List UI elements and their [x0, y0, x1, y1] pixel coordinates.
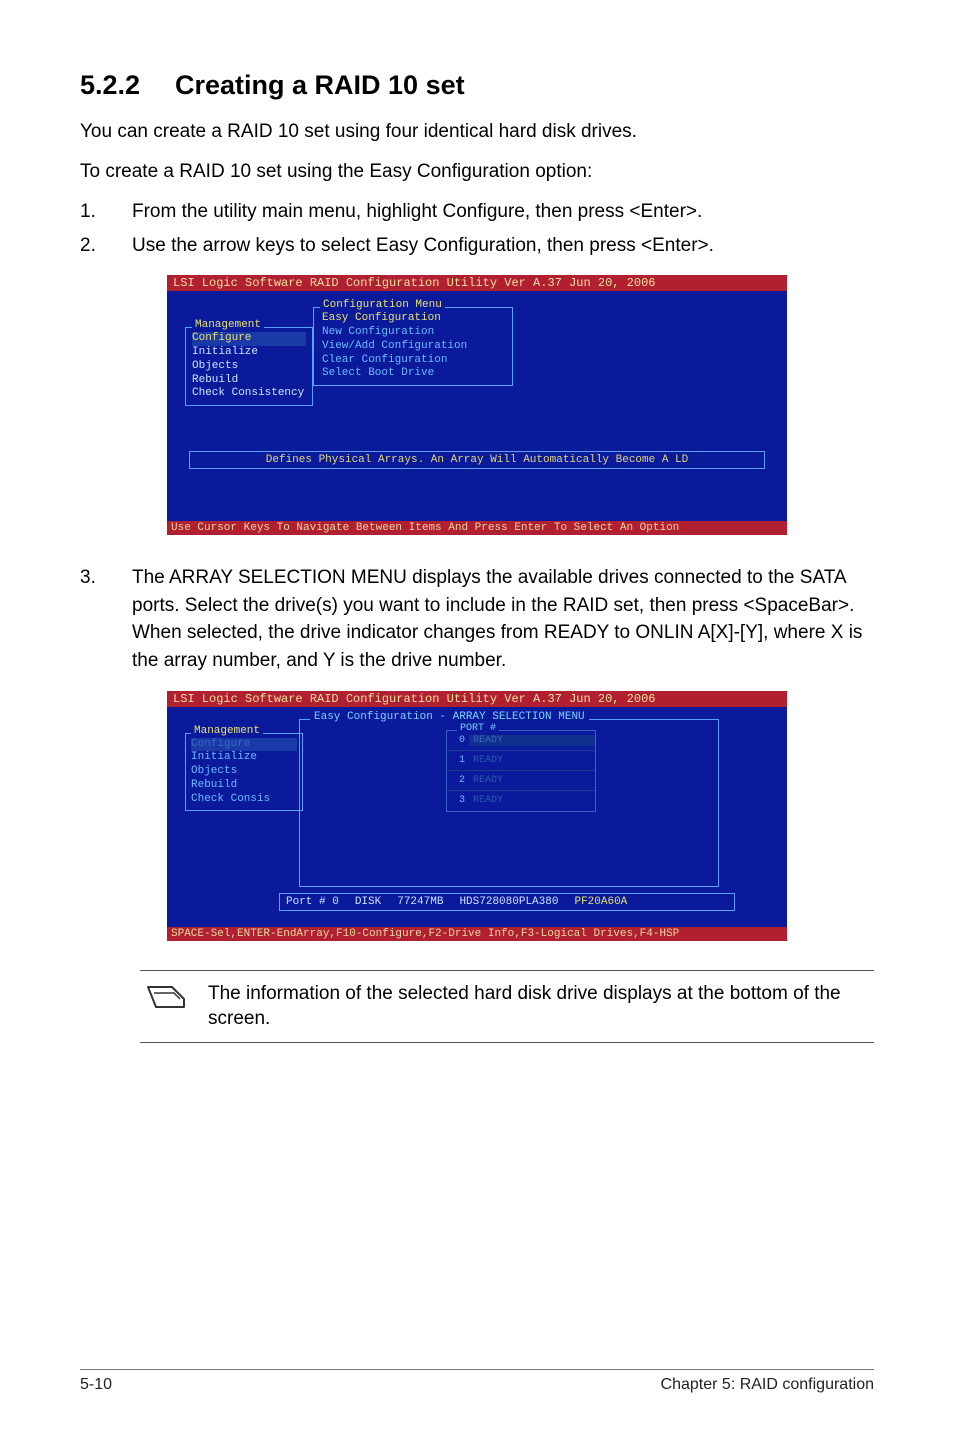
mgmt-item-initialize: Initialize: [192, 346, 306, 360]
step-number: 1.: [80, 198, 132, 226]
mgmt-item-configure: Configure: [191, 738, 297, 752]
configuration-menu-label: Configuration Menu: [320, 299, 445, 311]
management-menu: Management Configure Initialize Objects …: [185, 327, 313, 406]
step-1: 1. From the utility main menu, highlight…: [80, 198, 874, 226]
note-text: The information of the selected hard dis…: [208, 981, 870, 1032]
port-number: 0: [447, 735, 469, 746]
mgmt-item-rebuild: Rebuild: [192, 374, 306, 388]
port-number: 1: [447, 755, 469, 766]
step-3: 3. The ARRAY SELECTION MENU displays the…: [80, 564, 874, 674]
drive-info-bar: Port # 0 DISK 77247MB HDS728080PLA380 PF…: [279, 893, 735, 911]
intro-paragraph-1: You can create a RAID 10 set using four …: [80, 119, 874, 145]
array-selection-menu: Easy Configuration - ARRAY SELECTION MEN…: [299, 719, 719, 887]
mgmt-item-rebuild: Rebuild: [191, 779, 297, 793]
conf-item-easy: Easy Configuration: [322, 312, 504, 326]
step-number: 2.: [80, 232, 132, 260]
management-menu-label: Management: [192, 319, 264, 331]
intro-paragraph-2: To create a RAID 10 set using the Easy C…: [80, 159, 874, 185]
conf-item-clear: Clear Configuration: [322, 354, 504, 368]
step-text: Use the arrow keys to select Easy Config…: [132, 232, 874, 260]
mgmt-item-check-consis: Check Consis: [191, 793, 297, 807]
conf-item-select-boot: Select Boot Drive: [322, 367, 504, 381]
port-row: 1 READY: [447, 751, 595, 771]
drive-info-model: HDS728080PLA380: [459, 896, 558, 908]
port-list: PORT # 0 READY 1 READY 2 READY: [446, 730, 596, 812]
drive-info-port: Port # 0: [286, 896, 339, 908]
port-number: 3: [447, 795, 469, 806]
section-number: 5.2.2: [80, 70, 175, 101]
step-2: 2. Use the arrow keys to select Easy Con…: [80, 232, 874, 260]
mgmt-item-check-consistency: Check Consistency: [192, 387, 306, 401]
drive-info-disk: DISK: [355, 896, 381, 908]
note-icon: [144, 981, 188, 1013]
array-selection-label: Easy Configuration - ARRAY SELECTION MEN…: [310, 711, 589, 723]
port-row: 3 READY: [447, 791, 595, 811]
bios-screenshot-2: LSI Logic Software RAID Configuration Ut…: [167, 691, 787, 941]
mgmt-item-objects: Objects: [191, 765, 297, 779]
bios-screenshot-1: LSI Logic Software RAID Configuration Ut…: [167, 275, 787, 535]
port-status: READY: [469, 775, 595, 786]
mgmt-item-configure: Configure: [192, 332, 306, 346]
note-block: The information of the selected hard dis…: [140, 970, 874, 1043]
port-list-label: PORT #: [457, 723, 499, 734]
step-text: The ARRAY SELECTION MENU displays the av…: [132, 564, 874, 674]
management-menu-label: Management: [191, 725, 263, 737]
port-status: READY: [469, 735, 595, 746]
conf-item-view-add: View/Add Configuration: [322, 340, 504, 354]
step-number: 3.: [80, 564, 132, 674]
bios-title: LSI Logic Software RAID Configuration Ut…: [167, 691, 787, 707]
port-status: READY: [469, 755, 595, 766]
drive-info-firmware: PF20A60A: [574, 896, 627, 908]
steps-list-1: 1. From the utility main menu, highlight…: [80, 198, 874, 259]
bios-title: LSI Logic Software RAID Configuration Ut…: [167, 275, 787, 291]
page-number: 5-10: [80, 1376, 112, 1394]
conf-item-new: New Configuration: [322, 326, 504, 340]
port-row: 0 READY: [447, 731, 595, 751]
bios-footer: SPACE-Sel,ENTER-EndArray,F10-Configure,F…: [167, 927, 787, 941]
port-number: 2: [447, 775, 469, 786]
drive-info-size: 77247MB: [397, 896, 443, 908]
management-menu: Management Configure Initialize Objects …: [185, 733, 303, 812]
section-title-text: Creating a RAID 10 set: [175, 70, 465, 100]
bios-hint: Defines Physical Arrays. An Array Will A…: [189, 451, 765, 469]
chapter-label: Chapter 5: RAID configuration: [661, 1376, 874, 1394]
port-row: 2 READY: [447, 771, 595, 791]
page-footer: 5-10 Chapter 5: RAID configuration: [80, 1369, 874, 1394]
steps-list-2: 3. The ARRAY SELECTION MENU displays the…: [80, 564, 874, 674]
configuration-menu: Configuration Menu Easy Configuration Ne…: [313, 307, 513, 386]
port-status: READY: [469, 795, 595, 806]
mgmt-item-initialize: Initialize: [191, 751, 297, 765]
mgmt-item-objects: Objects: [192, 360, 306, 374]
section-heading: 5.2.2Creating a RAID 10 set: [80, 70, 874, 101]
bios-footer: Use Cursor Keys To Navigate Between Item…: [167, 521, 787, 535]
step-text: From the utility main menu, highlight Co…: [132, 198, 874, 226]
